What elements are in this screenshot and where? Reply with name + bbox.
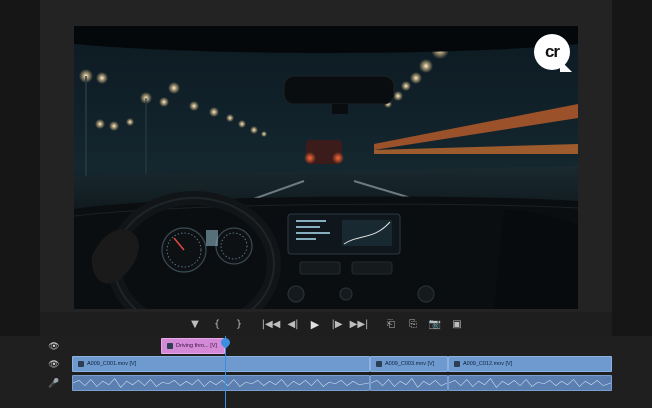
- video-editor: cr ▼ { } |◀◀ ◀| ▶ |▶ ▶▶| ⎗ ⎘ 📷 ▣ 👁 Drivi…: [0, 0, 652, 408]
- program-monitor-video[interactable]: cr: [74, 26, 578, 309]
- transport-controls: ▼ { } |◀◀ ◀| ▶ |▶ ▶▶| ⎗ ⎘ 📷 ▣: [40, 312, 612, 336]
- fx-badge-icon: [78, 361, 84, 367]
- clip-label: A009_C012.mov [V]: [463, 361, 513, 367]
- step-forward-button[interactable]: |▶: [326, 314, 348, 334]
- watermark-logo: cr: [534, 34, 570, 70]
- go-to-in-button[interactable]: |◀◀: [260, 314, 282, 334]
- dashboard-night-scene: [74, 26, 578, 309]
- audio-clip[interactable]: [72, 375, 370, 391]
- play-button[interactable]: ▶: [304, 314, 326, 334]
- timeline-panel: 👁 Driving thro... [V] 👁 A009_C001.mov [V…: [0, 336, 652, 408]
- audio-waveform: [371, 378, 447, 388]
- insert-button[interactable]: ⎗: [380, 314, 402, 334]
- overwrite-button[interactable]: ⎘: [402, 314, 424, 334]
- fx-badge-icon: [376, 361, 382, 367]
- export-frame-button[interactable]: 📷: [424, 314, 446, 334]
- fx-badge-icon: [167, 343, 173, 349]
- go-to-out-button[interactable]: ▶▶|: [348, 314, 370, 334]
- video-clip[interactable]: A009_C001.mov [V]: [72, 356, 370, 372]
- video-clip[interactable]: A009_C003.mov [V]: [370, 356, 448, 372]
- mark-out-button[interactable]: }: [228, 314, 250, 334]
- step-back-button[interactable]: ◀|: [282, 314, 304, 334]
- track-v2-visibility-icon[interactable]: 👁: [40, 338, 68, 354]
- track-v1-visibility-icon[interactable]: 👁: [40, 356, 68, 372]
- comparison-view-button[interactable]: ▣: [446, 314, 468, 334]
- fx-badge-icon: [454, 361, 460, 367]
- clip-label: A009_C003.mov [V]: [385, 361, 435, 367]
- title-clip[interactable]: Driving thro... [V]: [161, 338, 225, 354]
- track-a1: [70, 375, 612, 391]
- track-a1-mic-icon[interactable]: 🎤: [40, 375, 68, 391]
- mark-in-button[interactable]: {: [206, 314, 228, 334]
- clip-label: A009_C001.mov [V]: [87, 361, 137, 367]
- add-marker-button[interactable]: ▼: [184, 314, 206, 334]
- audio-clip[interactable]: [370, 375, 448, 391]
- audio-clip[interactable]: [448, 375, 612, 391]
- video-clip[interactable]: A009_C012.mov [V]: [448, 356, 612, 372]
- track-v1: A009_C001.mov [V] A009_C003.mov [V] A009…: [70, 356, 612, 372]
- audio-waveform: [73, 378, 369, 388]
- clip-label: Driving thro... [V]: [176, 343, 217, 349]
- track-v2: Driving thro... [V]: [70, 338, 612, 354]
- audio-waveform: [449, 378, 611, 388]
